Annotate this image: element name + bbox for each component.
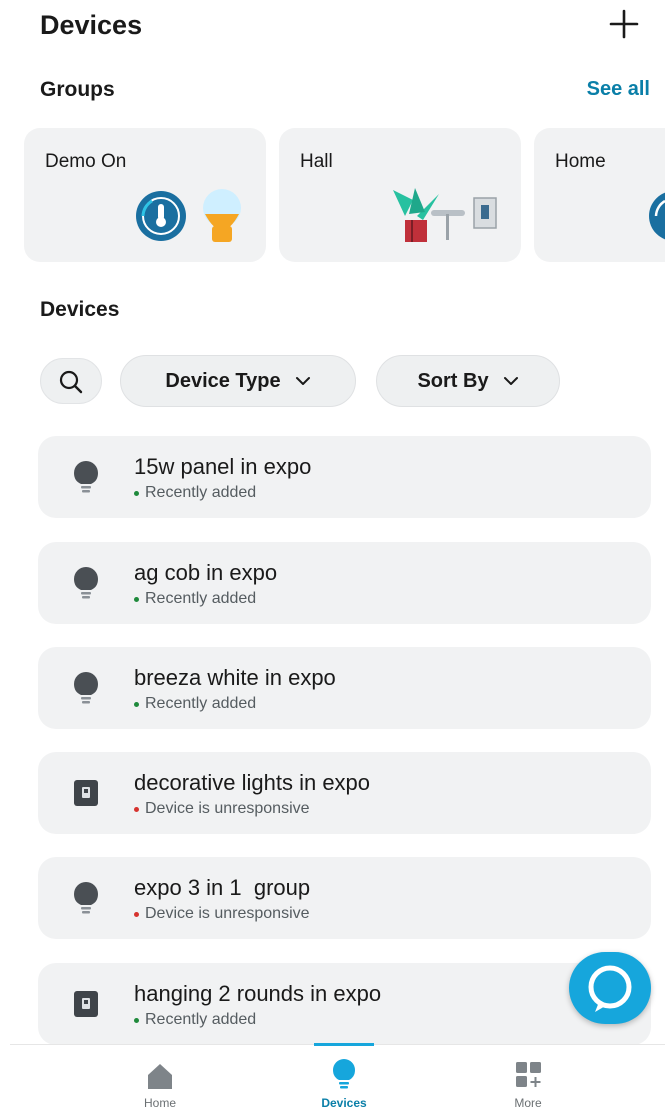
more-grid-icon [516, 1062, 541, 1087]
plus-icon [609, 9, 639, 39]
device-name: breeza white in expo [134, 665, 336, 690]
bulb-icon [333, 1059, 355, 1089]
groups-carousel[interactable]: Demo On Hall Home [24, 128, 665, 262]
switch-icon [473, 197, 497, 229]
device-name: hanging 2 rounds in expo [134, 981, 382, 1006]
nav-label: More [514, 1096, 542, 1109]
device-name: 15w panel in expo [134, 454, 312, 479]
device-name: ag cob in expo [134, 560, 278, 585]
status-dot [134, 596, 139, 602]
device-status: Recently added [134, 484, 256, 502]
device-status-text: Recently added [145, 1011, 257, 1028]
status-dot [134, 911, 139, 917]
bulb-icon [203, 189, 241, 242]
status-dot [134, 490, 139, 496]
add-device-button[interactable] [608, 8, 640, 40]
groups-title: Groups [40, 78, 115, 101]
plug-icon [74, 991, 98, 1017]
nav-more[interactable]: More [453, 1045, 603, 1109]
groups-header: Groups See all [40, 78, 652, 106]
chevron-down-icon [503, 377, 518, 385]
status-dot [134, 701, 139, 707]
device-status: Device is unresponsive [134, 905, 310, 923]
group-card-demo-on[interactable]: Demo On [24, 128, 266, 262]
search-icon [59, 370, 83, 394]
bulb-icon [74, 461, 98, 493]
devices-section-title: Devices [40, 298, 120, 321]
nav-label: Home [143, 1096, 176, 1109]
see-all-link[interactable]: See all [587, 78, 650, 101]
group-card-hall[interactable]: Hall [279, 128, 521, 262]
bulb-icon [74, 567, 98, 599]
bulb-icon [74, 672, 98, 704]
lamp-icon [431, 210, 465, 240]
thermostat-icon [649, 192, 665, 240]
alexa-icon [588, 965, 632, 1012]
search-button[interactable] [40, 358, 102, 404]
group-icons [136, 189, 241, 242]
page-title: Devices [40, 10, 143, 40]
device-name: expo 3 in 1 group [134, 875, 311, 900]
device-status: Recently added [134, 1011, 256, 1029]
group-card-home[interactable]: Home [534, 128, 665, 262]
sort-by-filter[interactable]: Sort By [376, 355, 560, 407]
device-row[interactable]: 15w panel in expo Recently added [38, 436, 651, 518]
group-icons [393, 188, 497, 242]
bulb-icon [74, 882, 98, 914]
active-tab-indicator [314, 1043, 374, 1046]
group-icons [649, 192, 665, 240]
device-filters: Device Type Sort By [40, 355, 640, 407]
plug-icon [74, 780, 98, 806]
device-row[interactable]: hanging 2 rounds in expo Recently added [38, 963, 651, 1045]
device-status-text: Recently added [145, 695, 257, 712]
alexa-button[interactable] [569, 952, 651, 1024]
header: Devices [40, 8, 650, 44]
device-row[interactable]: breeza white in expo Recently added [38, 647, 651, 729]
device-row[interactable]: ag cob in expo Recently added [38, 542, 651, 624]
device-status-text: Recently added [145, 590, 257, 607]
device-type-label: Device Type [165, 369, 281, 392]
device-status: Recently added [134, 695, 256, 713]
device-row[interactable]: expo 3 in 1 group Device is unresponsive [38, 857, 651, 939]
device-name: decorative lights in expo [134, 770, 371, 795]
nav-label: Devices [321, 1096, 367, 1109]
chevron-down-icon [295, 377, 310, 385]
device-type-filter[interactable]: Device Type [120, 355, 356, 407]
device-status: Recently added [134, 590, 256, 608]
device-status-text: Device is unresponsive [145, 800, 310, 817]
nav-devices[interactable]: Devices [269, 1043, 419, 1109]
device-status-text: Recently added [145, 484, 257, 501]
thermostat-icon [136, 191, 186, 241]
status-dot [134, 1017, 139, 1023]
status-dot [134, 806, 139, 812]
device-status-text: Device is unresponsive [145, 905, 310, 922]
device-status: Device is unresponsive [134, 800, 310, 818]
nav-home[interactable]: Home [85, 1045, 235, 1109]
bottom-nav: Home Devices More [10, 1043, 665, 1109]
sort-by-label: Sort By [417, 369, 489, 392]
home-icon [148, 1064, 172, 1089]
device-row[interactable]: decorative lights in expo Device is unre… [38, 752, 651, 834]
